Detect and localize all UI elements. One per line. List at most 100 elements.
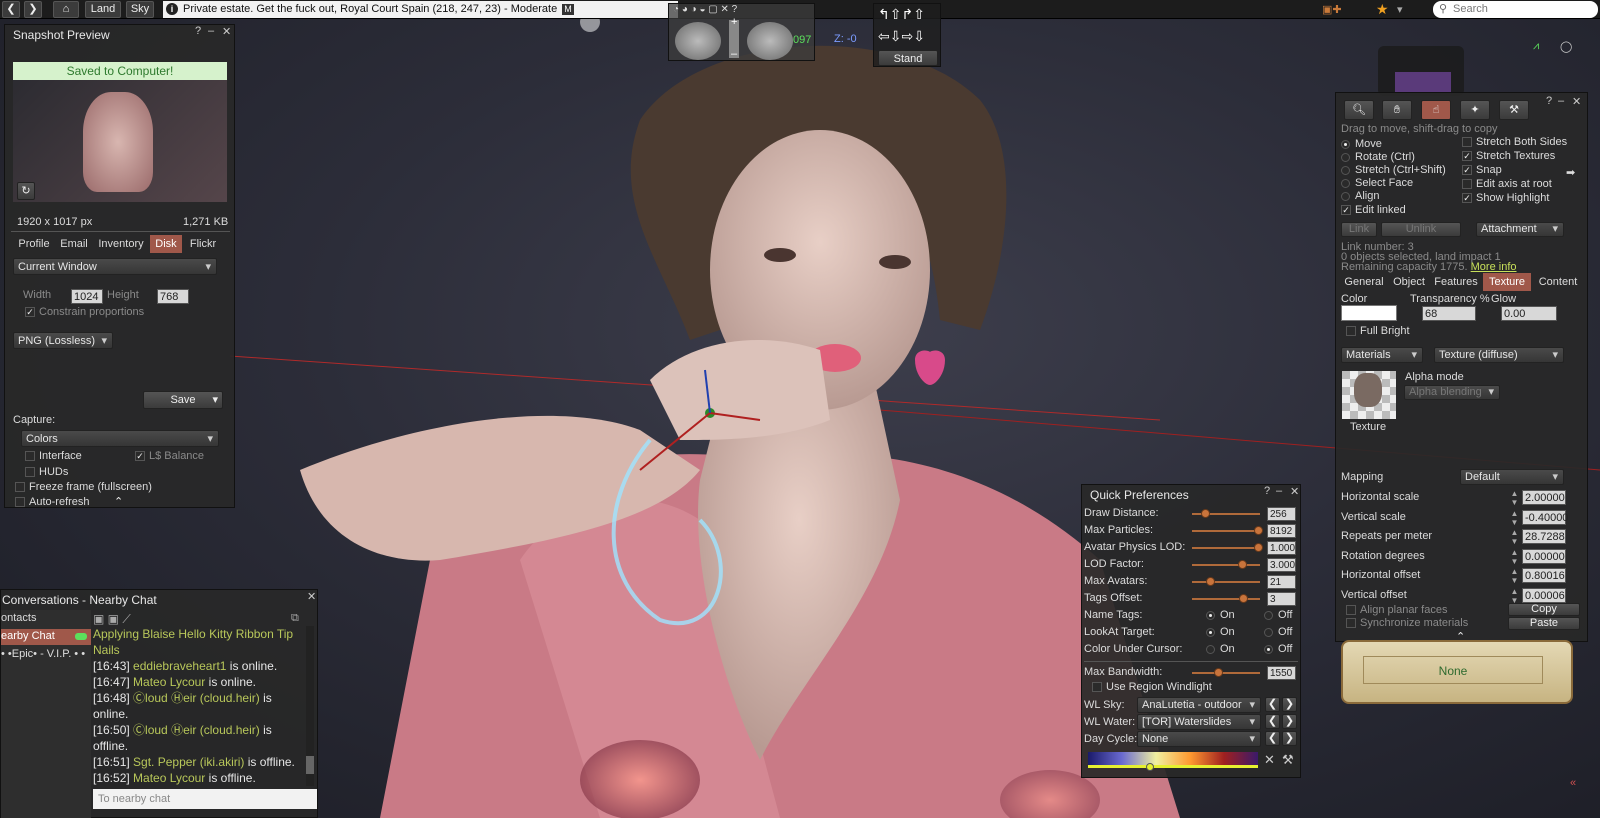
stand-button[interactable]: Stand (878, 50, 938, 66)
pref-slider-knob[interactable] (1206, 577, 1216, 586)
focus-tool-icon[interactable]: 🔍︎ (1344, 100, 1374, 120)
wrench-icon[interactable]: ⚒ (1282, 752, 1294, 768)
orbit-joystick[interactable] (675, 22, 721, 60)
inventory-icons[interactable]: ▣✚ (1322, 3, 1342, 16)
tool-mode-radio[interactable] (1341, 179, 1350, 188)
scrollbar-thumb[interactable] (306, 756, 314, 774)
pref-slider[interactable] (1192, 581, 1260, 583)
pan-joystick[interactable] (747, 22, 793, 60)
pref-radio-off[interactable] (1264, 611, 1273, 620)
dropdown-icon[interactable]: ▾ (1397, 3, 1403, 16)
back-arrow-icon[interactable]: ❮ (2, 1, 20, 18)
attachment-select[interactable]: Attachment (1476, 222, 1564, 237)
turn-arrows-icon[interactable]: ↰⇧↱⇧ (878, 6, 925, 23)
sky-button[interactable]: Sky (126, 1, 154, 18)
save-button[interactable]: Save ▾ (143, 391, 223, 409)
next-arrow-icon[interactable]: ❯ (1282, 697, 1297, 712)
align-planar-checkbox[interactable] (1346, 605, 1356, 615)
hud-pulse-icon[interactable]: ⩘ (1533, 40, 1539, 53)
tab-profile[interactable]: Profile (15, 235, 53, 253)
hud-back-icon[interactable]: « (1570, 777, 1576, 789)
land-button[interactable]: Land (85, 1, 121, 18)
chat-toolbar-icons[interactable]: ▣ ▣ ⟋ (93, 612, 131, 627)
scroll-hud[interactable]: None (1341, 640, 1573, 704)
location-bar[interactable]: i Private estate. Get the fuck out, Roya… (163, 1, 678, 18)
link-button[interactable]: Link (1341, 222, 1377, 237)
tool-mode-radio[interactable] (1341, 166, 1350, 175)
pref-value-field[interactable]: 3 (1267, 592, 1296, 606)
tool-mode-radio[interactable] (1341, 153, 1350, 162)
region-windlight-checkbox[interactable] (1092, 682, 1102, 692)
format-select[interactable]: PNG (Lossless) (13, 332, 113, 349)
conv-item-group[interactable]: • •Epic• - V.I.P. • • (1, 648, 85, 660)
fullbright-checkbox[interactable] (1346, 326, 1356, 336)
width-field[interactable]: 1024 (71, 289, 103, 304)
chat-sender-name[interactable]: eddiebraveheart1 (133, 659, 226, 673)
spinner-arrows-icon[interactable]: ▲▼ (1510, 587, 1519, 605)
edit-linked-checkbox[interactable]: ✓ (1341, 205, 1351, 215)
spinner-arrows-icon[interactable]: ▲▼ (1510, 567, 1519, 585)
pref-value-field[interactable]: 8192 (1267, 524, 1296, 538)
chat-input[interactable]: To nearby chat (93, 789, 317, 809)
minimize-icon[interactable]: – (208, 25, 214, 37)
spinner-arrows-icon[interactable]: ▲▼ (1510, 509, 1519, 527)
next-arrow-icon[interactable]: ❯ (1282, 731, 1297, 746)
materials-select[interactable]: Materials (1341, 347, 1423, 363)
huds-checkbox[interactable] (25, 467, 35, 477)
paste-button[interactable]: Paste (1508, 617, 1580, 630)
close-icon[interactable]: ✕ (307, 590, 316, 603)
tab-inventory[interactable]: Inventory (95, 235, 147, 253)
unlink-button[interactable]: Unlink (1381, 222, 1461, 237)
chat-sender-name[interactable]: Sgt. Pepper (iki.akiri) (133, 755, 244, 769)
constrain-checkbox[interactable]: ✓ (25, 307, 35, 317)
forward-arrow-icon[interactable]: ❯ (24, 1, 42, 18)
arrow-right-icon[interactable]: ➡ (1566, 166, 1575, 179)
prev-arrow-icon[interactable]: ❮ (1265, 697, 1280, 712)
glow-field[interactable]: 0.00 (1501, 306, 1557, 321)
build-option-checkbox[interactable]: ✓ (1462, 165, 1472, 175)
spinner-arrows-icon[interactable]: ▲▼ (1510, 548, 1519, 566)
wlsky-select[interactable]: AnaLutetia - outdoor (1137, 697, 1261, 713)
grab-tool-icon[interactable]: ✋︎ (1382, 100, 1412, 120)
pref-slider-knob[interactable] (1254, 526, 1263, 535)
texture-param-field[interactable]: 28.7288 (1522, 529, 1566, 544)
size-preset-select[interactable]: Current Window (13, 258, 217, 275)
alpha-mode-select[interactable]: Alpha blending (1404, 385, 1500, 400)
favorite-star-icon[interactable]: ★ (1376, 1, 1389, 18)
prev-arrow-icon[interactable]: ❮ (1265, 731, 1280, 746)
conv-item-nearby[interactable]: earby Chat (1, 629, 91, 645)
build-option-checkbox[interactable] (1462, 137, 1472, 147)
bandwidth-slider[interactable] (1192, 672, 1260, 674)
camera-preset-icons[interactable]: ◔ ◕ ◑ ◒ ▢ ✕ ? (673, 4, 737, 15)
pref-radio-on[interactable] (1206, 611, 1215, 620)
land-tool-icon[interactable]: ⚒ (1499, 100, 1529, 120)
chat-scrollbar[interactable] (306, 626, 314, 786)
minimize-icon[interactable]: – (1558, 95, 1564, 107)
chevron-down-icon[interactable]: ▾ (212, 392, 218, 408)
prev-arrow-icon[interactable]: ❮ (1265, 714, 1280, 729)
build-option-checkbox[interactable] (1462, 179, 1472, 189)
pref-slider-knob[interactable] (1239, 594, 1249, 603)
chat-sender-name[interactable]: Mateo Lycour (133, 675, 205, 689)
color-swatch[interactable] (1341, 305, 1397, 321)
balance-checkbox[interactable]: ✓ (135, 451, 145, 461)
timeline-knob[interactable] (1146, 763, 1155, 771)
pref-slider-knob[interactable] (1201, 509, 1211, 518)
collapse-chevron-icon[interactable]: ⌃ (114, 495, 123, 508)
sync-materials-checkbox[interactable] (1346, 618, 1356, 628)
tab-content[interactable]: Content (1533, 273, 1583, 291)
build-option-checkbox[interactable]: ✓ (1462, 193, 1472, 203)
edit-tool-icon[interactable]: ☝︎ (1421, 100, 1451, 120)
texture-param-field[interactable]: 0.00000 (1522, 548, 1566, 564)
texture-param-field[interactable]: 0.00006 (1522, 587, 1566, 603)
close-icon[interactable]: ✕ (1290, 485, 1299, 498)
pref-slider-knob[interactable] (1237, 560, 1247, 569)
tool-mode-radio[interactable] (1341, 192, 1350, 201)
pref-slider[interactable] (1192, 530, 1260, 532)
move-arrows-icon[interactable]: ⇦⇩⇨⇩ (878, 28, 925, 45)
minimize-icon[interactable]: – (1276, 485, 1282, 497)
chat-sender-name[interactable]: Ⓒloud Ⓗeir (cloud.heir) (133, 723, 260, 737)
tab-features[interactable]: Features (1431, 273, 1481, 291)
bandwidth-field[interactable]: 1550 (1267, 666, 1296, 680)
pref-value-field[interactable]: 3.000 (1267, 558, 1296, 572)
